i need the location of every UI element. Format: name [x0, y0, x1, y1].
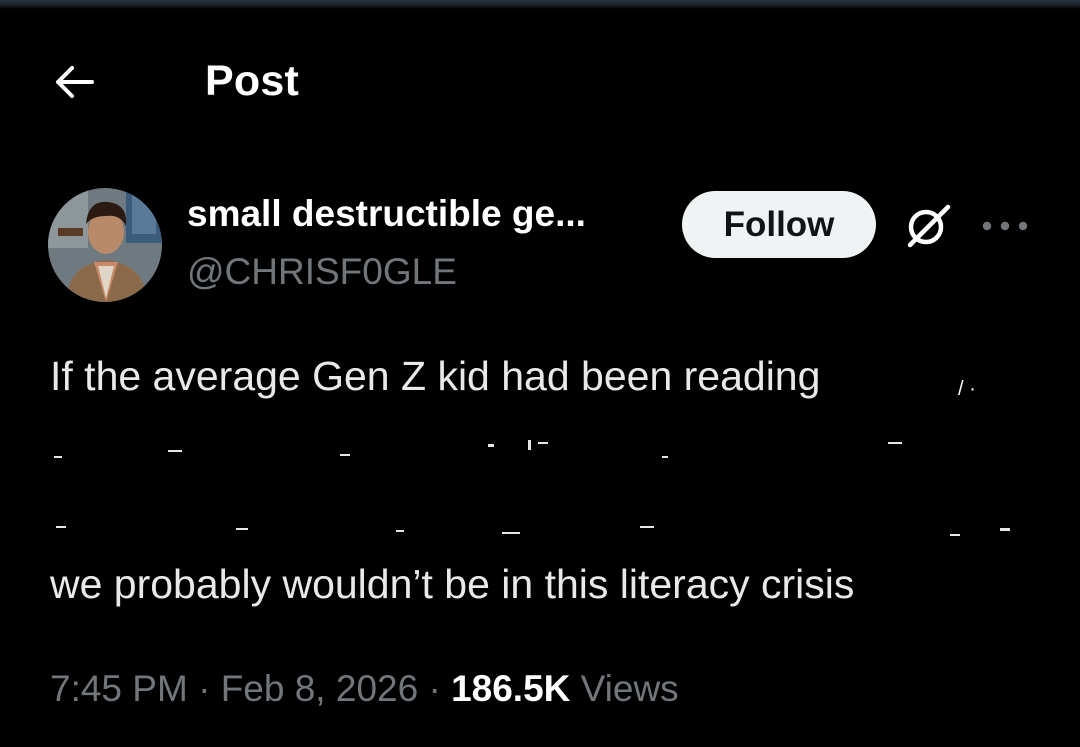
back-button[interactable] [46, 58, 102, 106]
post-date[interactable]: Feb 8, 2026 [221, 668, 418, 709]
page-title: Post [205, 57, 299, 105]
arrow-left-icon [56, 66, 94, 98]
views-count[interactable]: 186.5K [451, 668, 570, 709]
grok-icon [907, 204, 951, 248]
post-time[interactable]: 7:45 PM [50, 668, 188, 709]
author-display-name[interactable]: small destructible ge... [187, 193, 647, 235]
follow-button[interactable]: Follow [682, 191, 876, 258]
redacted-fragment: / · [958, 378, 976, 400]
post-text-line: If the average Gen Z kid had been readin… [50, 353, 821, 399]
post-text-line: we probably wouldn’t be in this literacy… [50, 561, 855, 607]
views-label: Views [580, 668, 679, 709]
author-handle[interactable]: @CHRISF0GLE [187, 251, 457, 293]
meta-separator: · [187, 668, 221, 709]
more-horizontal-icon [982, 221, 1028, 231]
avatar[interactable] [48, 188, 162, 302]
redacted-line [50, 500, 1030, 560]
meta-separator: · [418, 668, 452, 709]
post-meta: 7:45 PM · Feb 8, 2026 · 186.5K Views [50, 668, 679, 710]
grok-button[interactable] [897, 196, 959, 254]
more-options-button[interactable] [978, 206, 1032, 246]
redacted-line [50, 420, 1030, 480]
screen-top-edge [0, 0, 1080, 9]
avatar-image [48, 188, 162, 302]
